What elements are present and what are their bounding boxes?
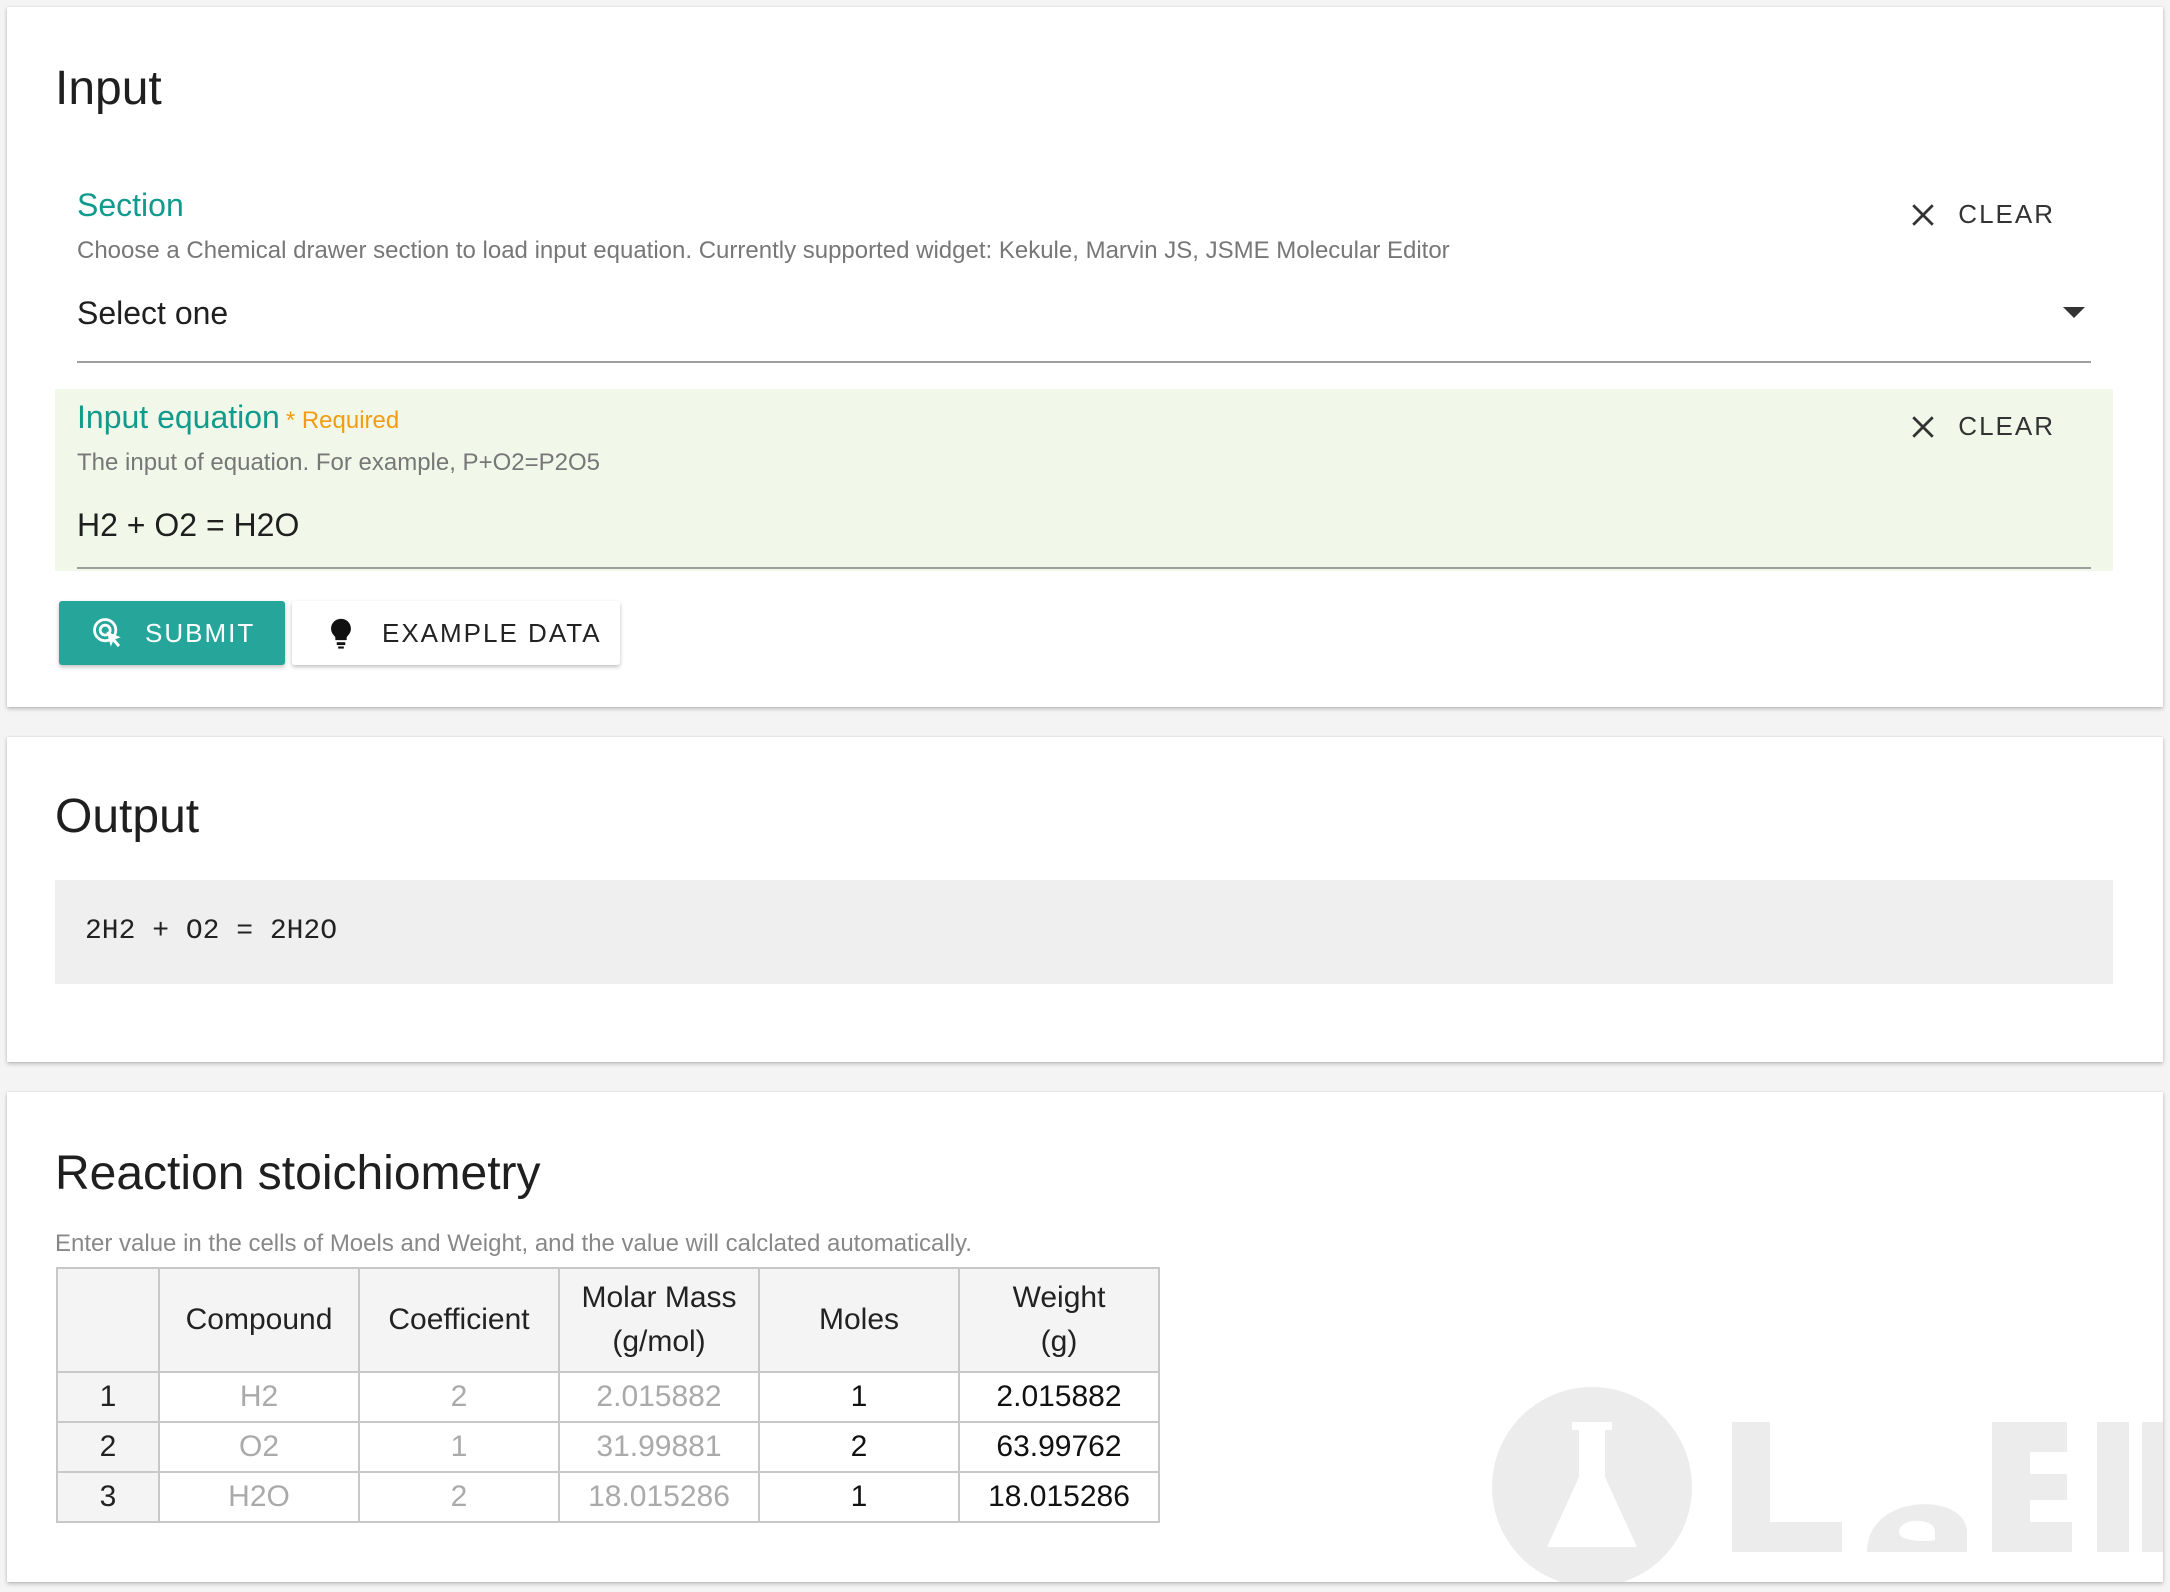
table-row: 2 O2 1 31.99881 2 63.99762 — [56, 1421, 1160, 1473]
equation-underline — [77, 567, 2091, 569]
table-header-row: Compound Coefficient Molar Mass (g/mol) M… — [56, 1267, 1160, 1373]
table-row: 1 H2 2 2.015882 1 2.015882 — [56, 1371, 1160, 1423]
equation-clear-label: CLEAR — [1958, 411, 2055, 441]
output-card-title: Output — [55, 790, 200, 843]
watermark-logo — [1492, 1387, 2163, 1582]
section-select-value[interactable]: Select one — [77, 295, 228, 332]
row-index: 3 — [56, 1471, 160, 1523]
header-cell-index — [56, 1267, 160, 1373]
section-underline — [77, 361, 2091, 363]
output-result: 2H2 + O2 = 2H2O — [85, 916, 338, 947]
equation-label-text: Input equation — [77, 399, 280, 435]
output-box: 2H2 + O2 = 2H2O — [55, 880, 2113, 984]
cell-compound: O2 — [158, 1421, 360, 1473]
cell-molar-mass: 2.015882 — [558, 1371, 760, 1423]
equation-clear-button[interactable]: CLEAR — [1910, 411, 2055, 442]
stoichiometry-title: Reaction stoichiometry — [55, 1147, 541, 1200]
close-icon — [1912, 203, 1935, 226]
cell-weight[interactable]: 18.015286 — [958, 1471, 1160, 1523]
section-select-field[interactable]: Section Choose a Chemical drawer section… — [55, 177, 2113, 363]
submit-button[interactable]: SUBMIT — [59, 601, 285, 665]
input-card-title: Input — [55, 62, 162, 115]
section-clear-button[interactable]: CLEAR — [1910, 199, 2055, 230]
equation-hint: The input of equation. For example, P+O2… — [77, 449, 600, 476]
cell-compound: H2O — [158, 1471, 360, 1523]
cell-coefficient: 1 — [358, 1421, 560, 1473]
cell-molar-mass: 18.015286 — [558, 1471, 760, 1523]
cell-weight[interactable]: 2.015882 — [958, 1371, 1160, 1423]
section-hint: Choose a Chemical drawer section to load… — [77, 237, 1450, 264]
section-label: Section — [77, 187, 184, 223]
cell-compound: H2 — [158, 1371, 360, 1423]
submit-label: SUBMIT — [145, 617, 256, 648]
header-cell-weight: Weight (g) — [958, 1267, 1160, 1373]
equation-label: Input equation * Required — [77, 399, 399, 436]
header-cell-coefficient: Coefficient — [358, 1267, 560, 1373]
lightbulb-icon — [331, 618, 351, 649]
row-index: 2 — [56, 1421, 160, 1473]
cell-molar-mass: 31.99881 — [558, 1421, 760, 1473]
stoichiometry-table: Compound Coefficient Molar Mass (g/mol) M… — [56, 1267, 1160, 1523]
caret-down-icon[interactable] — [2063, 307, 2085, 318]
example-data-label: EXAMPLE DATA — [382, 617, 602, 648]
output-card: Output 2H2 + O2 = 2H2O — [7, 737, 2163, 1062]
input-equation-field[interactable]: Input equation * Required The input of eq… — [55, 389, 2113, 571]
cell-coefficient: 2 — [358, 1371, 560, 1423]
section-clear-label: CLEAR — [1958, 199, 2055, 229]
close-icon — [1912, 415, 1935, 438]
table-row: 3 H2O 2 18.015286 1 18.015286 — [56, 1471, 1160, 1523]
header-cell-molar-mass: Molar Mass (g/mol) — [558, 1267, 760, 1373]
touch-click-icon — [93, 618, 121, 648]
cell-coefficient: 2 — [358, 1471, 560, 1523]
cell-moles[interactable]: 2 — [758, 1421, 960, 1473]
required-marker: * Required — [285, 407, 400, 434]
cell-moles[interactable]: 1 — [758, 1371, 960, 1423]
cell-weight[interactable]: 63.99762 — [958, 1421, 1160, 1473]
header-cell-moles: Moles — [758, 1267, 960, 1373]
cell-moles[interactable]: 1 — [758, 1471, 960, 1523]
example-data-button[interactable]: EXAMPLE DATA — [292, 601, 620, 665]
stoichiometry-hint: Enter value in the cells of Moels and We… — [55, 1230, 972, 1257]
input-card: Input Section Choose a Chemical drawer s… — [7, 7, 2163, 707]
equation-input[interactable]: H2 + O2 = H2O — [77, 507, 299, 544]
stoichiometry-card: Reaction stoichiometry Enter value in th… — [7, 1092, 2163, 1582]
header-cell-compound: Compound — [158, 1267, 360, 1373]
row-index: 1 — [56, 1371, 160, 1423]
